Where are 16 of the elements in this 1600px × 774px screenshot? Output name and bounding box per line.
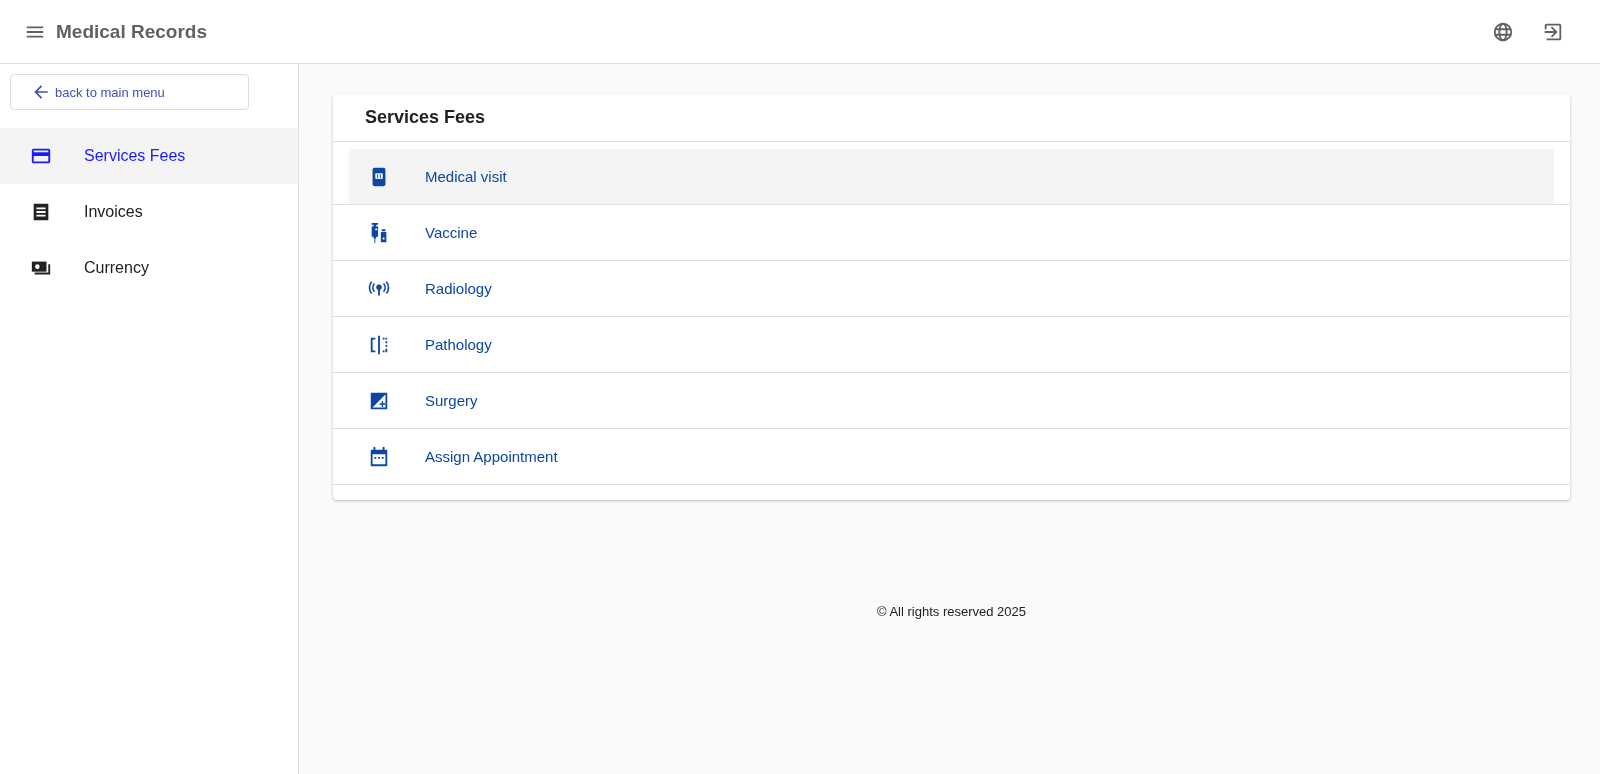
nav-item[interactable]: Services Fees <box>0 128 298 184</box>
compare-icon <box>368 333 390 356</box>
service-item[interactable]: Assign Appointment <box>333 429 1570 485</box>
copyright-text: © All rights reserved 2025 <box>875 604 1027 619</box>
nav-item[interactable]: Currency <box>0 240 298 296</box>
back-button[interactable]: back to main menu <box>10 74 249 110</box>
service-item[interactable]: Surgery <box>333 373 1570 429</box>
service-item[interactable]: Medical visit <box>349 149 1554 204</box>
card-title: Services Fees <box>333 94 1570 142</box>
calendar-icon <box>368 445 390 468</box>
service-item[interactable]: Radiology <box>333 261 1570 317</box>
service-item[interactable]: Pathology <box>333 317 1570 373</box>
globe-icon[interactable] <box>1492 20 1514 43</box>
app-title: Medical Records <box>56 20 207 43</box>
service-item[interactable]: Vaccine <box>333 205 1570 261</box>
nav-item[interactable]: Invoices <box>0 184 298 240</box>
